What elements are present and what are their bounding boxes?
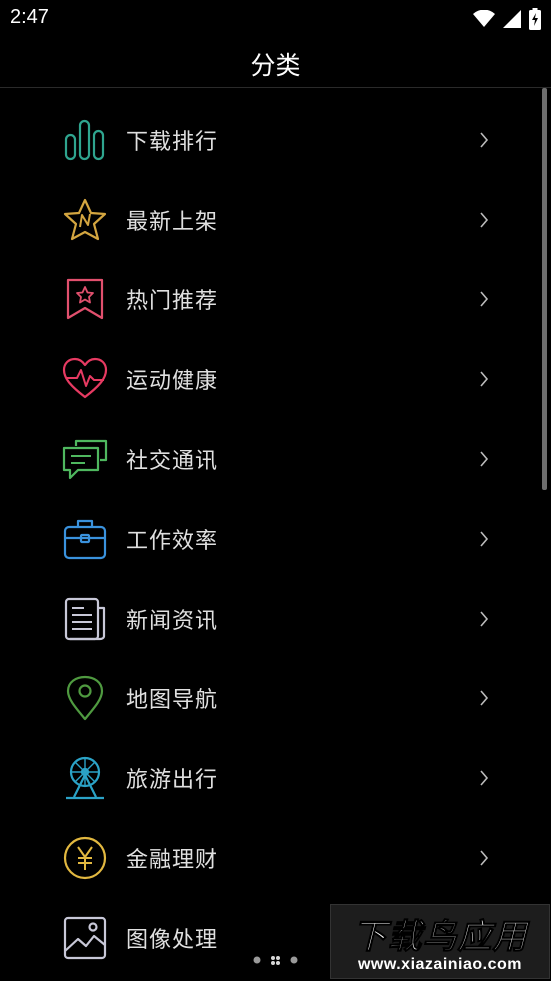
ferris-wheel-icon (62, 755, 108, 801)
bar-chart-icon (62, 117, 108, 163)
category-item-social-communication[interactable]: 社交通讯 (0, 419, 551, 499)
category-label: 下载排行 (126, 129, 219, 155)
chevron-right-icon (478, 848, 490, 868)
category-item-new-arrivals[interactable]: 最新上架 (0, 180, 551, 260)
chevron-right-icon (478, 768, 490, 788)
chevron-right-icon (478, 529, 490, 549)
category-item-news[interactable]: 新闻资讯 (0, 579, 551, 659)
category-label: 新闻资讯 (126, 608, 219, 634)
floating-menu-dots-icon[interactable] (252, 951, 300, 965)
category-item-productivity[interactable]: 工作效率 (0, 499, 551, 579)
watermark-logo: 下载鸟应用 www.xiazainiao.com (330, 904, 550, 979)
category-item-map-navigation[interactable]: 地图导航 (0, 659, 551, 739)
chevron-right-icon (478, 609, 490, 629)
newspaper-icon (62, 596, 108, 642)
category-item-hot-picks[interactable]: 热门推荐 (0, 260, 551, 340)
status-bar: 2:47 (0, 0, 551, 38)
new-star-icon (62, 197, 108, 243)
category-item-finance[interactable]: 金融理财 (0, 818, 551, 898)
status-time: 2:47 (10, 6, 49, 28)
chevron-right-icon (478, 130, 490, 150)
category-item-download-ranking[interactable]: 下载排行 (0, 100, 551, 180)
app-header: 分类 (0, 38, 551, 88)
heart-pulse-icon (62, 356, 108, 402)
page-title: 分类 (250, 51, 301, 80)
scrollbar[interactable] (542, 88, 547, 490)
category-label: 旅游出行 (126, 768, 219, 794)
category-label: 热门推荐 (126, 289, 219, 315)
category-label: 工作效率 (126, 528, 219, 554)
cellular-signal-icon (503, 10, 521, 32)
briefcase-icon (62, 516, 108, 562)
category-label: 最新上架 (126, 209, 219, 235)
category-label: 地图导航 (126, 688, 219, 714)
chevron-right-icon (478, 369, 490, 389)
image-icon (62, 915, 108, 961)
watermark-text: 下载鸟应用 (352, 917, 528, 958)
yen-coin-icon (62, 835, 108, 881)
category-list: 下载排行 最新上架 热门推荐 运动健康 社交通讯 工作效率 新闻资讯 地图导航 … (0, 100, 551, 978)
category-label: 社交通讯 (126, 449, 219, 475)
bookmark-star-icon (62, 276, 108, 322)
category-label: 图像处理 (126, 927, 219, 953)
status-icons (473, 8, 541, 34)
category-label: 金融理财 (126, 848, 219, 874)
chevron-right-icon (478, 210, 490, 230)
battery-charging-icon (529, 8, 541, 34)
watermark-url: www.xiazainiao.com (357, 956, 522, 973)
map-pin-icon (62, 675, 108, 721)
category-label: 运动健康 (126, 369, 219, 395)
category-item-travel[interactable]: 旅游出行 (0, 738, 551, 818)
category-item-sports-health[interactable]: 运动健康 (0, 339, 551, 419)
chevron-right-icon (478, 688, 490, 708)
chevron-right-icon (478, 289, 490, 309)
wifi-icon (473, 9, 495, 32)
chat-bubbles-icon (62, 436, 108, 482)
chevron-right-icon (478, 449, 490, 469)
